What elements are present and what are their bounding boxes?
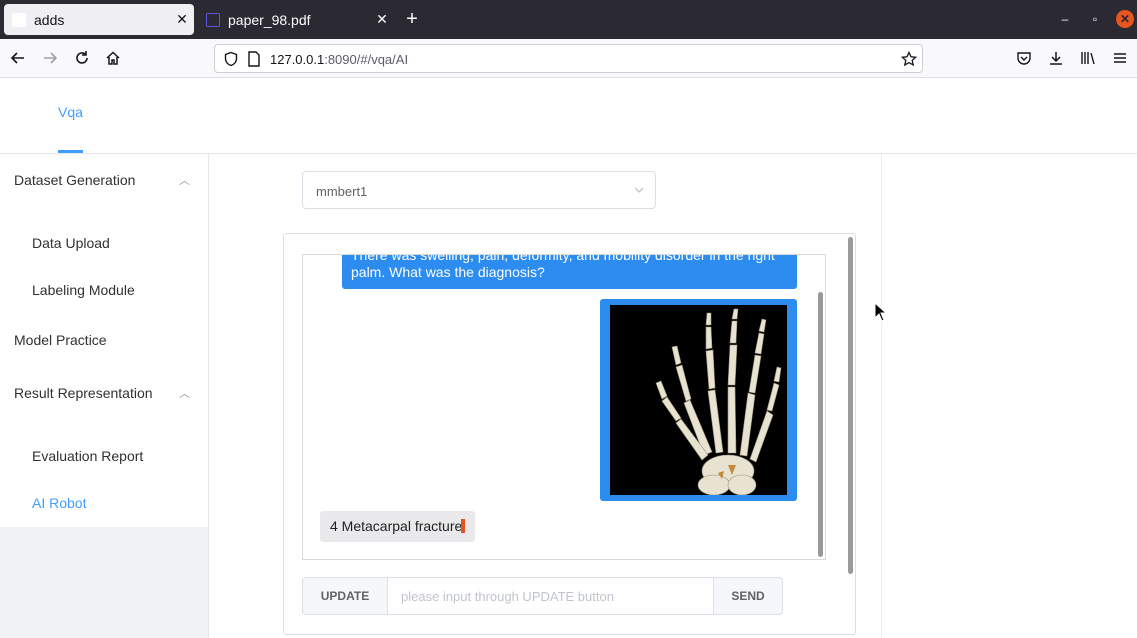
sidebar-item-label: AI Robot <box>32 495 87 511</box>
restore-icon[interactable]: ▫ <box>1086 10 1104 28</box>
main-content: mmbert1 There was swelling, pain, deform… <box>209 154 1137 638</box>
sidebar-item-model-practice[interactable]: Model Practice <box>0 332 208 348</box>
hand-xray-image <box>610 305 787 496</box>
tab-adds[interactable]: adds ✕ <box>4 4 194 35</box>
nav-item-vqa[interactable]: Vqa <box>58 104 83 120</box>
chevron-up-icon: ︿ <box>179 175 190 187</box>
sidebar-item-ai-robot[interactable]: AI Robot <box>0 495 208 511</box>
chat-scrollbar[interactable] <box>818 292 823 557</box>
url-text[interactable]: 127.0.0.1:8090/#/vqa/AI <box>270 52 408 67</box>
window-close-icon[interactable]: ✕ <box>1116 10 1134 28</box>
sidebar-item-labeling-module[interactable]: Labeling Module <box>0 282 208 298</box>
send-button[interactable]: SEND <box>713 578 782 614</box>
answer-text: 4 Metacarpal fracture <box>330 518 463 534</box>
answer-message: 4 Metacarpal fracture <box>320 511 476 542</box>
new-tab-button[interactable]: + <box>400 8 424 32</box>
sidebar-item-label: Data Upload <box>32 235 110 251</box>
model-select-value: mmbert1 <box>316 184 368 199</box>
browser-nav-bar: 127.0.0.1:8090/#/vqa/AI <box>0 39 1137 78</box>
sidebar-item-label: Labeling Module <box>32 282 135 298</box>
sidebar-item-dataset-generation[interactable]: Dataset Generation ︿ <box>0 172 208 188</box>
home-icon[interactable] <box>102 47 124 69</box>
forward-icon[interactable] <box>39 47 61 69</box>
tab-close-icon[interactable]: ✕ <box>370 11 394 28</box>
card-scrollbar[interactable] <box>848 237 853 574</box>
bookmark-star-icon[interactable] <box>898 48 920 70</box>
sidebar-item-label: Model Practice <box>14 332 107 348</box>
minimize-icon[interactable]: – <box>1056 10 1074 28</box>
active-nav-indicator <box>58 150 83 153</box>
download-icon[interactable] <box>1045 47 1067 69</box>
sidebar-menu: Dataset Generation ︿ Data Upload Labelin… <box>0 154 208 527</box>
browser-tab-bar: adds ✕ paper_98.pdf ✕ + – ▫ ✕ <box>0 0 1137 39</box>
library-icon[interactable] <box>1077 47 1099 69</box>
sidebar-item-label: Evaluation Report <box>32 448 144 464</box>
chat-message-list[interactable]: There was swelling, pain, deformity, and… <box>302 254 826 560</box>
mouse-pointer-icon <box>874 301 888 322</box>
reload-icon[interactable] <box>71 47 93 69</box>
back-icon[interactable] <box>7 47 29 69</box>
pocket-icon[interactable] <box>1013 47 1035 69</box>
url-host: 127.0.0.1 <box>270 52 325 67</box>
sidebar-item-data-upload[interactable]: Data Upload <box>0 235 208 251</box>
url-bar[interactable]: 127.0.0.1:8090/#/vqa/AI <box>214 44 923 73</box>
tab-title: paper_98.pdf <box>228 11 311 28</box>
app-header: Vqa <box>0 78 1137 154</box>
model-select[interactable]: mmbert1 <box>302 171 656 209</box>
message-input-group: UPDATE SEND <box>302 577 783 615</box>
chat-card: There was swelling, pain, deformity, and… <box>283 233 856 635</box>
sidebar-item-evaluation-report[interactable]: Evaluation Report <box>0 448 208 464</box>
page-icon[interactable] <box>243 48 265 70</box>
tab-title: adds <box>34 11 65 28</box>
shield-icon[interactable] <box>220 48 242 70</box>
message-input[interactable] <box>388 578 713 614</box>
sidebar: Dataset Generation ︿ Data Upload Labelin… <box>0 154 209 638</box>
update-button[interactable]: UPDATE <box>303 578 388 614</box>
url-path: :8090/#/vqa/AI <box>324 52 409 67</box>
chevron-down-icon <box>633 183 645 201</box>
divider <box>881 154 882 638</box>
sidebar-item-label: Dataset Generation <box>14 172 136 188</box>
question-message: There was swelling, pain, deformity, and… <box>342 255 797 289</box>
tab-close-icon[interactable]: ✕ <box>170 11 194 28</box>
image-message <box>600 299 797 501</box>
tab-favicon-icon <box>12 12 26 27</box>
pdf-favicon-icon <box>206 12 220 27</box>
sidebar-item-label: Result Representation <box>14 385 153 401</box>
sidebar-item-result-representation[interactable]: Result Representation ︿ <box>0 385 208 401</box>
chevron-up-icon: ︿ <box>179 388 190 400</box>
menu-icon[interactable] <box>1109 47 1131 69</box>
text-cursor-icon <box>461 519 466 533</box>
tab-paper-pdf[interactable]: paper_98.pdf ✕ <box>198 4 394 35</box>
